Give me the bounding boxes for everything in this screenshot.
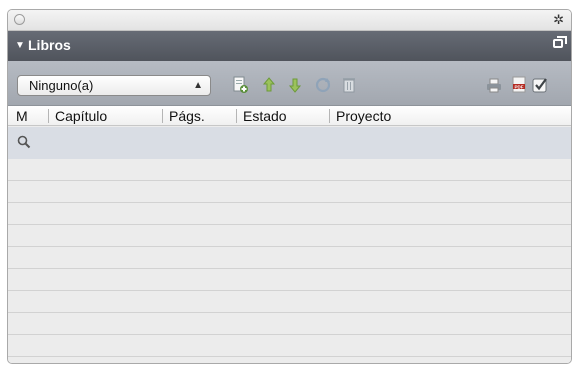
book-selector-value: Ninguno(a) [29,78,94,93]
move-up-icon[interactable] [261,76,277,94]
select-arrows-icon: ▲ [193,80,203,91]
delete-icon[interactable] [341,76,357,94]
add-chapter-icon[interactable] [232,76,248,94]
table-column-header: M Capítulo Págs. Estado Proyecto [8,106,571,126]
search-icon[interactable] [17,135,31,154]
close-circle-icon[interactable] [14,14,25,25]
column-pags[interactable]: Págs. [169,107,205,125]
disclosure-triangle-icon[interactable]: ▼ [15,40,25,51]
synchronize-icon[interactable] [314,76,331,94]
filter-row[interactable] [8,127,571,159]
chapter-list[interactable] [8,159,571,363]
svg-text:PDF: PDF [515,84,524,89]
print-icon[interactable] [486,76,502,94]
column-divider [236,109,237,123]
popout-icon[interactable] [553,36,567,48]
column-capitulo[interactable]: Capítulo [55,107,107,125]
book-selector[interactable]: Ninguno(a) ▲ [17,75,211,96]
column-divider [329,109,330,123]
section-header[interactable]: ▼ Libros [8,31,571,61]
palette-titlebar: ✲ [8,10,571,31]
gear-icon[interactable]: ✲ [553,12,564,28]
books-palette: ✲ ▼ Libros Ninguno(a) ▲ PDF M Capítulo P… [7,9,572,364]
column-proyecto[interactable]: Proyecto [336,107,391,125]
pdf-icon[interactable]: PDF [511,76,527,94]
column-divider [162,109,163,123]
column-divider [48,109,49,123]
check-icon[interactable] [532,76,548,94]
column-estado[interactable]: Estado [243,107,287,125]
books-toolbar: Ninguno(a) ▲ PDF [8,61,571,106]
section-title: Libros [28,37,71,53]
move-down-icon[interactable] [287,76,303,94]
column-m[interactable]: M [16,107,28,125]
